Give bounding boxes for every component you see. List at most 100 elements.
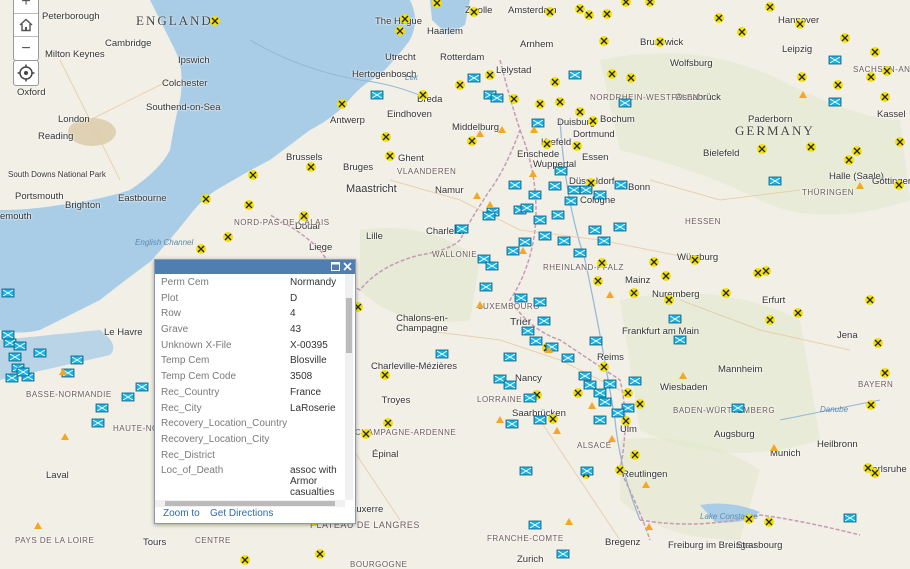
crash-site-marker[interactable] [548, 414, 558, 424]
aircraft-marker[interactable] [1, 288, 15, 298]
crash-site-marker[interactable] [597, 258, 607, 268]
crash-site-marker[interactable] [542, 139, 552, 149]
popup-horizontal-scrollbar[interactable] [155, 500, 345, 507]
aircraft-marker[interactable] [91, 418, 105, 428]
aircraft-marker[interactable] [598, 397, 612, 407]
triangle-marker[interactable] [61, 433, 69, 440]
crash-site-marker[interactable] [196, 244, 206, 254]
crash-site-marker[interactable] [400, 14, 410, 24]
crash-site-marker[interactable] [621, 0, 631, 7]
aircraft-marker[interactable] [597, 236, 611, 246]
aircraft-marker[interactable] [370, 90, 384, 100]
aircraft-marker[interactable] [523, 393, 537, 403]
aircraft-marker[interactable] [121, 392, 135, 402]
aircraft-marker[interactable] [16, 367, 30, 377]
aircraft-marker[interactable] [435, 349, 449, 359]
crash-site-marker[interactable] [895, 137, 905, 147]
crash-site-marker[interactable] [240, 555, 250, 565]
triangle-marker[interactable] [608, 435, 616, 442]
triangle-marker[interactable] [856, 182, 864, 189]
aircraft-marker[interactable] [618, 98, 632, 108]
crash-site-marker[interactable] [714, 13, 724, 23]
crash-site-marker[interactable] [248, 170, 258, 180]
crash-site-marker[interactable] [545, 7, 555, 17]
crash-site-marker[interactable] [623, 388, 633, 398]
crash-site-marker[interactable] [621, 416, 631, 426]
aircraft-marker[interactable] [593, 415, 607, 425]
aircraft-marker[interactable] [514, 293, 528, 303]
crash-site-marker[interactable] [645, 0, 655, 7]
aircraft-marker[interactable] [533, 415, 547, 425]
crash-site-marker[interactable] [721, 288, 731, 298]
scroll-thumb[interactable] [346, 298, 352, 353]
aircraft-marker[interactable] [520, 203, 534, 213]
crash-site-marker[interactable] [757, 144, 767, 154]
home-button[interactable] [14, 14, 38, 37]
aircraft-marker[interactable] [528, 190, 542, 200]
popup-attributes[interactable]: Perm Cem Normandy Plot D Row 4 Grave 43 Unknown … [155, 274, 345, 500]
crash-site-marker[interactable] [588, 116, 598, 126]
crash-site-marker[interactable] [210, 16, 220, 26]
crash-site-marker[interactable] [201, 194, 211, 204]
crash-site-marker[interactable] [223, 232, 233, 242]
crash-site-marker[interactable] [649, 257, 659, 267]
aircraft-marker[interactable] [538, 231, 552, 241]
aircraft-marker[interactable] [533, 215, 547, 225]
aircraft-marker[interactable] [828, 55, 842, 65]
crash-site-marker[interactable] [844, 155, 854, 165]
close-icon[interactable] [342, 262, 352, 272]
crash-site-marker[interactable] [761, 266, 771, 276]
aircraft-marker[interactable] [583, 380, 597, 390]
crash-site-marker[interactable] [573, 388, 583, 398]
aircraft-marker[interactable] [455, 224, 469, 234]
crash-site-marker[interactable] [599, 362, 609, 372]
triangle-marker[interactable] [588, 402, 596, 409]
aircraft-marker[interactable] [5, 373, 19, 383]
triangle-marker[interactable] [476, 301, 484, 308]
crash-site-marker[interactable] [629, 288, 639, 298]
crash-site-marker[interactable] [575, 107, 585, 117]
crash-site-marker[interactable] [593, 276, 603, 286]
triangle-marker[interactable] [519, 247, 527, 254]
aircraft-marker[interactable] [506, 246, 520, 256]
aircraft-marker[interactable] [564, 196, 578, 206]
crash-site-marker[interactable] [870, 468, 880, 478]
aircraft-marker[interactable] [528, 520, 542, 530]
aircraft-marker[interactable] [490, 93, 504, 103]
popup-vertical-scrollbar[interactable] [345, 274, 353, 500]
aircraft-marker[interactable] [613, 222, 627, 232]
crash-site-marker[interactable] [840, 33, 850, 43]
aircraft-marker[interactable] [731, 403, 745, 413]
aircraft-marker[interactable] [568, 70, 582, 80]
crash-site-marker[interactable] [602, 9, 612, 19]
crash-site-marker[interactable] [383, 418, 393, 428]
scroll-thumb[interactable] [165, 501, 335, 506]
aircraft-marker[interactable] [611, 408, 625, 418]
crash-site-marker[interactable] [607, 69, 617, 79]
triangle-marker[interactable] [679, 372, 687, 379]
crash-site-marker[interactable] [469, 7, 479, 17]
aircraft-marker[interactable] [479, 282, 493, 292]
aircraft-marker[interactable] [70, 355, 84, 365]
aircraft-marker[interactable] [589, 336, 603, 346]
crash-site-marker[interactable] [555, 97, 565, 107]
crash-site-marker[interactable] [306, 162, 316, 172]
triangle-marker[interactable] [642, 481, 650, 488]
marker-layer[interactable] [0, 0, 910, 568]
crash-site-marker[interactable] [584, 10, 594, 20]
aircraft-marker[interactable] [561, 353, 575, 363]
locate-button[interactable] [13, 60, 39, 86]
aircraft-marker[interactable] [95, 403, 109, 413]
triangle-marker[interactable] [606, 291, 614, 298]
triangle-marker[interactable] [565, 518, 573, 525]
maximize-icon[interactable] [330, 262, 340, 272]
crash-site-marker[interactable] [664, 295, 674, 305]
crash-site-marker[interactable] [485, 70, 495, 80]
triangle-marker[interactable] [476, 130, 484, 137]
crash-site-marker[interactable] [572, 141, 582, 151]
crash-site-marker[interactable] [880, 368, 890, 378]
aircraft-marker[interactable] [503, 380, 517, 390]
aircraft-marker[interactable] [508, 180, 522, 190]
aircraft-marker[interactable] [579, 185, 593, 195]
crash-site-marker[interactable] [299, 211, 309, 221]
